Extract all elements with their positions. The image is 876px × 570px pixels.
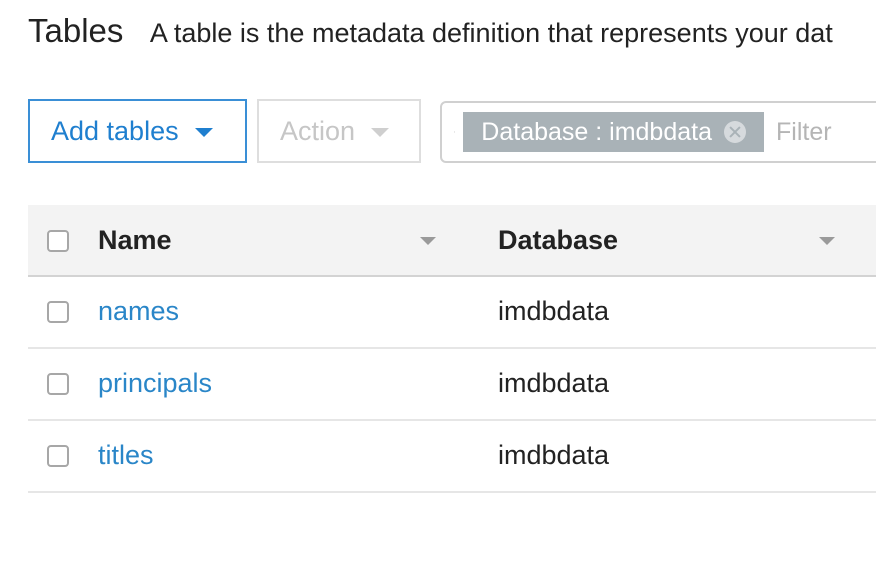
caret-down-icon [194, 128, 213, 137]
row-checkbox[interactable] [47, 301, 69, 323]
sort-caret-icon[interactable] [420, 237, 436, 245]
table-row: principals imdbdata [28, 349, 876, 421]
page-header: Tables A table is the metadata definitio… [28, 12, 833, 50]
close-circle-icon[interactable] [724, 121, 746, 143]
search-icon [454, 131, 456, 133]
table-database-cell: imdbdata [498, 440, 610, 470]
select-all-checkbox[interactable] [47, 230, 69, 252]
table-database-cell: imdbdata [498, 368, 610, 398]
table-name-link[interactable]: principals [98, 368, 212, 399]
filter-chip: Database : imdbdata [463, 112, 764, 152]
action-button[interactable]: Action [257, 99, 421, 163]
column-header-name[interactable]: Name [98, 225, 172, 256]
row-checkbox[interactable] [47, 445, 69, 467]
page-description: A table is the metadata definition that … [149, 18, 833, 48]
column-header-database[interactable]: Database [498, 225, 618, 256]
table-name-link[interactable]: names [98, 296, 179, 327]
table-name-link[interactable]: titles [98, 440, 154, 471]
add-tables-label: Add tables [51, 115, 179, 146]
filter-chip-label: Database : imdbdata [481, 117, 712, 146]
search-bar[interactable]: Database : imdbdata [440, 101, 876, 163]
table-row: names imdbdata [28, 277, 876, 349]
tables-table: Name Database names imdbdata principals … [28, 205, 876, 493]
action-label: Action [280, 115, 356, 146]
sort-caret-icon[interactable] [819, 237, 835, 245]
page-title: Tables [28, 12, 124, 49]
table-header: Name Database [28, 205, 876, 277]
caret-down-icon [371, 128, 390, 137]
row-checkbox[interactable] [47, 373, 69, 395]
add-tables-button[interactable]: Add tables [28, 99, 247, 163]
table-row: titles imdbdata [28, 421, 876, 493]
table-database-cell: imdbdata [498, 296, 610, 326]
filter-input[interactable] [774, 116, 876, 148]
